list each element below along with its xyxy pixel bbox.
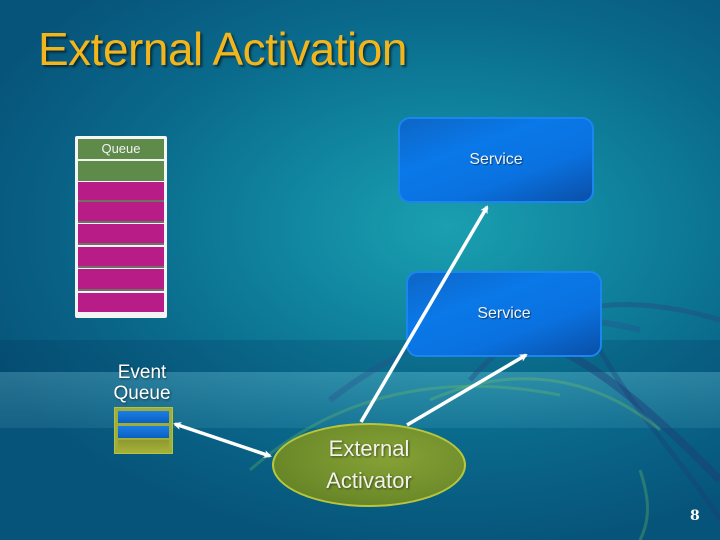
page-number: 8 <box>690 508 700 524</box>
arrow-activator-to-service-2 <box>406 353 528 427</box>
arrow-activator-event-queue <box>173 422 272 458</box>
connection-arrows <box>173 205 528 458</box>
